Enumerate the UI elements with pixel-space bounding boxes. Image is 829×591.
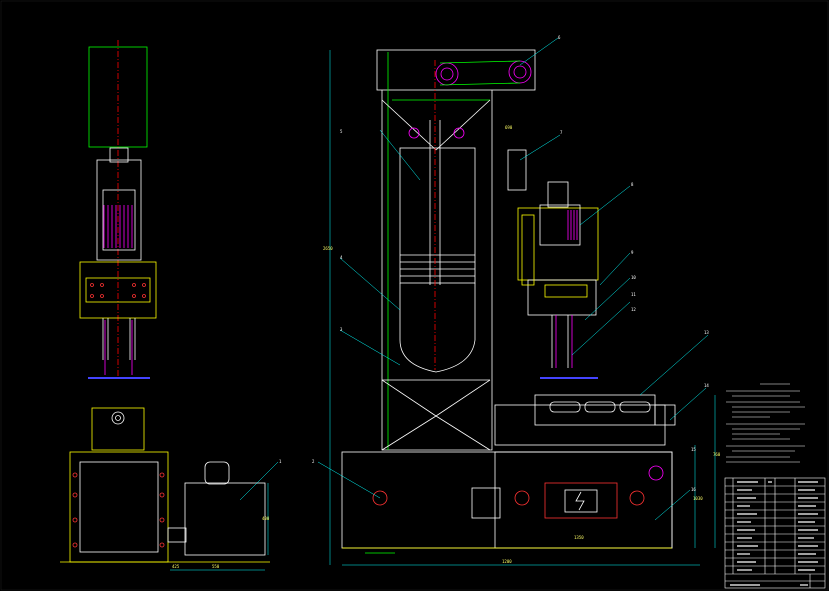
sheet-border [0,0,829,591]
cad-drawing-canvas: 1 2 3 4 5 6 7 8 9 10 11 12 13 14 15 16 6… [0,0,829,591]
dim-760: 760 [713,452,721,457]
base-column [69,451,169,563]
balloon-1: 1 [279,459,282,464]
dimension-labels: 690 760 1030 1350 2650 400 550 425 1200 [172,125,721,569]
dim-1350: 1350 [574,535,584,540]
machine-base [341,451,673,549]
balloon-15: 15 [691,447,696,452]
gear-box [91,407,145,451]
technical-notes [726,383,805,463]
balloon-labels: 1 2 3 4 5 6 7 8 9 10 11 12 13 14 15 16 [279,35,709,492]
balloon-12: 12 [631,307,636,312]
dim-2650: 2650 [323,246,333,251]
column-frame [376,49,536,91]
dim-1030: 1030 [693,496,703,501]
dim-400: 400 [262,516,270,521]
side-view [60,40,270,571]
front-view [239,37,716,566]
dim-425: 425 [172,564,180,569]
balloon-9: 9 [631,250,634,255]
dim-550: 550 [212,564,220,569]
balloon-10: 10 [631,275,636,280]
balloon-14: 14 [704,383,709,388]
balloon-7: 7 [560,130,563,135]
dim-690: 690 [505,125,513,130]
control-panel [544,482,618,519]
title-block [724,477,826,589]
title-block-fill [730,481,818,586]
work-table [534,394,656,426]
balloon-5: 5 [340,129,343,134]
balloon-2: 2 [312,459,315,464]
balloon-11: 11 [631,292,636,297]
balloon-16: 16 [691,487,696,492]
balloon-8: 8 [631,182,634,187]
dim-1200: 1200 [502,559,512,564]
balloon-4: 4 [340,255,343,260]
drill-head [517,207,599,281]
hydraulic-cylinder [399,147,476,284]
balloon-13: 13 [704,330,709,335]
pulleys [408,60,532,139]
hydraulic-tank [184,482,266,556]
balloon-6: 6 [558,35,561,40]
spindles-side [102,318,136,360]
